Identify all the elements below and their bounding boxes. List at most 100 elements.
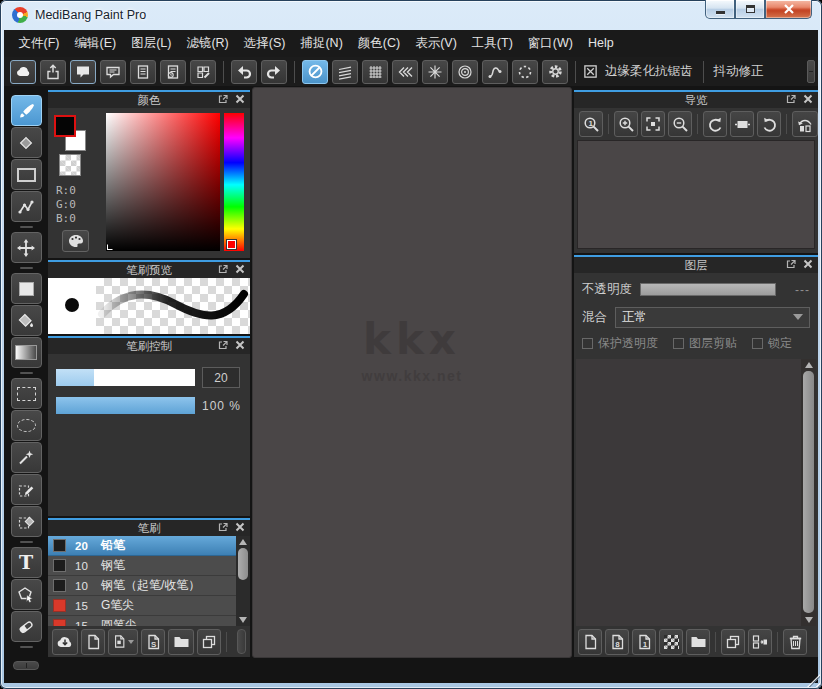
navigator-preview[interactable] bbox=[577, 140, 815, 249]
snap-radial-button[interactable] bbox=[422, 60, 448, 84]
brush-opacity-slider[interactable] bbox=[56, 397, 195, 414]
menu-edit[interactable]: 编辑(E) bbox=[67, 30, 124, 57]
close-icon[interactable] bbox=[803, 94, 813, 104]
titlebar[interactable]: MediBang Paint Pro bbox=[0, 0, 822, 30]
snap-parallel-button[interactable] bbox=[332, 60, 358, 84]
scroll-up-icon[interactable] bbox=[805, 362, 813, 368]
brush-preview-header[interactable]: 笔刷预览 bbox=[48, 262, 250, 278]
polyline-tool[interactable] bbox=[11, 191, 42, 222]
canvas-area[interactable]: kkx www.kkx.net bbox=[252, 87, 572, 658]
close-icon[interactable] bbox=[235, 340, 245, 350]
opacity-slider[interactable] bbox=[640, 283, 776, 296]
popout-icon[interactable] bbox=[218, 522, 228, 532]
close-icon[interactable] bbox=[235, 94, 245, 104]
zoom-in-button[interactable] bbox=[614, 111, 638, 137]
text-tool[interactable]: T bbox=[11, 547, 42, 578]
snap-curve-button[interactable] bbox=[482, 60, 508, 84]
popout-icon[interactable] bbox=[786, 259, 796, 269]
toolstrip-scrollbar[interactable] bbox=[13, 661, 39, 670]
menu-help[interactable]: Help bbox=[580, 30, 621, 57]
brush-script-button[interactable]: S bbox=[141, 629, 165, 655]
eraser-pen-tool[interactable] bbox=[11, 611, 42, 642]
close-button[interactable] bbox=[765, 0, 812, 19]
brush-folder-button[interactable] bbox=[168, 629, 194, 655]
popout-icon[interactable] bbox=[218, 94, 228, 104]
popout-icon[interactable] bbox=[218, 340, 228, 350]
maximize-button[interactable] bbox=[735, 0, 765, 19]
redo-button[interactable] bbox=[261, 60, 287, 84]
duplicate-layer-button[interactable] bbox=[721, 629, 745, 655]
brush-duplicate-button[interactable] bbox=[197, 629, 221, 655]
scroll-thumb[interactable] bbox=[238, 548, 248, 580]
menu-window[interactable]: 窗口(W) bbox=[520, 30, 580, 57]
fill-shape-tool[interactable] bbox=[11, 273, 42, 304]
layers-scrollbar[interactable] bbox=[801, 359, 816, 626]
edge-smooth-label[interactable]: 边缘柔化抗锯齿 bbox=[605, 63, 693, 80]
doc-history-button[interactable] bbox=[160, 60, 186, 84]
snap-ellipse-button[interactable] bbox=[512, 60, 538, 84]
hue-bar[interactable] bbox=[224, 113, 244, 251]
brush-size-value[interactable]: 20 bbox=[202, 367, 240, 388]
brush-panel-header[interactable]: 笔刷 bbox=[48, 520, 250, 536]
clipping-checkbox[interactable]: 图层剪贴 bbox=[673, 335, 737, 352]
menu-filter[interactable]: 滤镜(R) bbox=[179, 30, 236, 57]
lasso-tool[interactable] bbox=[11, 410, 42, 441]
flip-view-button[interactable] bbox=[792, 111, 818, 137]
zoom-100-button[interactable]: 1 bbox=[579, 111, 603, 137]
brush-size-slider[interactable] bbox=[56, 369, 195, 386]
menu-file[interactable]: 文件(F) bbox=[11, 30, 67, 57]
brush-row-round[interactable]: 15圆笔尖 bbox=[48, 616, 236, 626]
new-8bit-layer-button[interactable]: 8 bbox=[605, 629, 629, 655]
popout-icon[interactable] bbox=[786, 94, 796, 104]
publish-button[interactable] bbox=[40, 60, 66, 84]
select-tool[interactable] bbox=[11, 378, 42, 409]
menu-tool[interactable]: 工具(T) bbox=[464, 30, 520, 57]
select-eraser-tool[interactable] bbox=[11, 506, 42, 537]
comment-button[interactable] bbox=[70, 60, 96, 84]
close-icon[interactable] bbox=[235, 264, 245, 274]
blend-mode-select[interactable]: 正常 bbox=[615, 307, 810, 328]
brush-row-pen-inout[interactable]: 10钢笔（起笔/收笔） bbox=[48, 576, 236, 596]
snap-settings-button[interactable] bbox=[542, 60, 568, 84]
layer-folder-button[interactable] bbox=[686, 629, 710, 655]
edge-smooth-checkbox[interactable] bbox=[583, 64, 598, 79]
select-pen-tool[interactable] bbox=[11, 474, 42, 505]
scroll-down-icon[interactable] bbox=[805, 617, 813, 623]
reset-view-button[interactable] bbox=[730, 111, 754, 137]
stabilize-label[interactable]: 抖动修正 bbox=[714, 63, 764, 80]
bucket-tool[interactable] bbox=[11, 305, 42, 336]
menu-select[interactable]: 选择(S) bbox=[236, 30, 293, 57]
delete-layer-button[interactable] bbox=[783, 629, 807, 655]
popout-icon[interactable] bbox=[218, 264, 228, 274]
snap-circle-button[interactable] bbox=[452, 60, 478, 84]
gradient-tool[interactable] bbox=[11, 337, 42, 368]
brush-new-button[interactable] bbox=[81, 629, 105, 655]
foreground-color-swatch[interactable] bbox=[54, 115, 76, 137]
brush-toolbar-scrollbar[interactable] bbox=[237, 629, 246, 654]
cloud-button[interactable] bbox=[10, 60, 36, 84]
layers-header[interactable]: 图层 bbox=[574, 257, 818, 273]
snap-off-button[interactable] bbox=[302, 60, 328, 84]
brush-cloud-button[interactable] bbox=[52, 629, 78, 655]
minimize-button[interactable] bbox=[705, 0, 735, 19]
saturation-value-picker[interactable] bbox=[106, 113, 220, 251]
merge-layer-button[interactable] bbox=[748, 629, 772, 655]
menu-snap[interactable]: 捕捉(N) bbox=[293, 30, 350, 57]
document-button[interactable] bbox=[130, 60, 156, 84]
transparent-color-swatch[interactable] bbox=[59, 154, 81, 176]
tweet-button[interactable] bbox=[100, 60, 126, 84]
brush-list-scrollbar[interactable] bbox=[236, 536, 250, 626]
new-layer-button[interactable] bbox=[578, 629, 602, 655]
shape-tool[interactable] bbox=[11, 159, 42, 190]
menu-color[interactable]: 颜色(C) bbox=[350, 30, 407, 57]
fit-screen-button[interactable] bbox=[641, 111, 665, 137]
scroll-down-icon[interactable] bbox=[239, 617, 247, 623]
new-halftone-layer-button[interactable] bbox=[659, 629, 683, 655]
color-panel-header[interactable]: 颜色 bbox=[48, 92, 250, 108]
scroll-up-icon[interactable] bbox=[239, 539, 247, 545]
palette-button[interactable] bbox=[62, 230, 89, 252]
rotate-left-button[interactable] bbox=[703, 111, 727, 137]
lock-checkbox[interactable]: 锁定 bbox=[752, 335, 792, 352]
protect-alpha-checkbox[interactable]: 保护透明度 bbox=[582, 335, 658, 352]
menu-layer[interactable]: 图层(L) bbox=[124, 30, 179, 57]
